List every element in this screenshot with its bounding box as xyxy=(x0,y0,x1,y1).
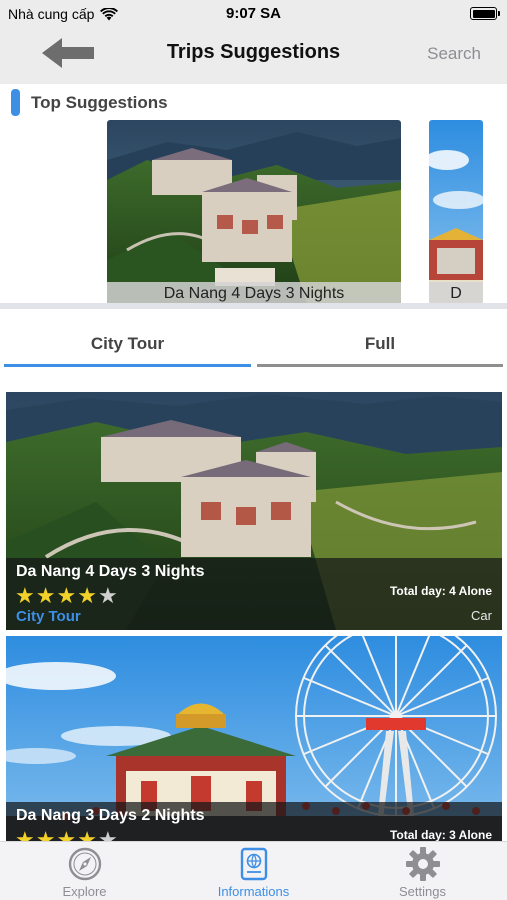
tabbar-label: Explore xyxy=(62,884,107,899)
battery-level xyxy=(472,9,495,18)
suggestion-card[interactable]: Da Nang 4 Days 3 Nights xyxy=(107,120,401,304)
tabbar-label: Settings xyxy=(399,884,446,899)
tab-label: Full xyxy=(364,334,396,353)
tab-label: City Tour xyxy=(90,334,165,353)
star-icon: ★ xyxy=(35,583,57,608)
suggestion-caption: D xyxy=(429,282,483,304)
bottom-tab-bar: Explore Informations Settings xyxy=(0,841,507,900)
trip-vehicle: Car xyxy=(471,608,492,623)
suggestions-carousel[interactable]: Da Nang 4 Days 3 Nights D xyxy=(0,120,507,304)
status-bar: Nhà cung cấp 9:07 SA xyxy=(0,0,507,28)
tabbar-item-explore[interactable]: Explore xyxy=(0,842,169,900)
trip-info-overlay: Da Nang 4 Days 3 Nights ★★★★★ City Tour … xyxy=(6,558,502,630)
star-icon: ★ xyxy=(56,583,78,608)
back-arrow-icon xyxy=(42,38,94,68)
rating-stars: ★★★★★ xyxy=(15,583,119,609)
tab-indicator xyxy=(257,364,503,367)
section-accent-bar xyxy=(11,89,20,116)
section-title: Top Suggestions xyxy=(31,93,168,112)
battery-icon xyxy=(470,7,500,20)
tabbar-item-informations[interactable]: Informations xyxy=(169,842,338,900)
trip-category: City Tour xyxy=(16,608,81,625)
star-empty-icon: ★ xyxy=(97,583,119,608)
trip-total-days: Total day: 4 Alone xyxy=(389,584,492,598)
trip-card[interactable]: Da Nang 3 Days 2 Nights ★★★★★ Total day:… xyxy=(6,636,502,874)
gear-icon xyxy=(406,847,440,881)
suggestion-card[interactable]: D xyxy=(429,120,483,304)
back-button[interactable] xyxy=(40,36,98,70)
trip-card[interactable]: Da Nang 4 Days 3 Nights ★★★★★ City Tour … xyxy=(6,392,502,630)
suggestion-image xyxy=(107,120,401,304)
passport-icon xyxy=(240,847,268,881)
trip-total-days: Total day: 3 Alone xyxy=(389,828,492,842)
tabbar-label: Informations xyxy=(217,884,290,899)
tab-city-tour[interactable]: City Tour xyxy=(4,309,251,369)
star-icon: ★ xyxy=(15,583,36,608)
compass-icon xyxy=(68,847,102,881)
tab-full[interactable]: Full xyxy=(257,309,503,369)
suggestion-caption: Da Nang 4 Days 3 Nights xyxy=(107,282,401,304)
tabbar-item-settings[interactable]: Settings xyxy=(338,842,507,900)
suggestion-image xyxy=(429,120,483,304)
status-time: 9:07 SA xyxy=(225,5,282,22)
top-suggestions-header: Top Suggestions xyxy=(0,84,507,120)
category-tabs: City Tour Full xyxy=(0,309,507,369)
navigation-bar: Trips Suggestions Search xyxy=(0,28,507,84)
search-button[interactable]: Search xyxy=(427,44,481,64)
trip-title: Da Nang 3 Days 2 Nights xyxy=(16,807,205,824)
star-icon: ★ xyxy=(77,583,98,608)
tab-indicator xyxy=(4,364,251,367)
trip-title: Da Nang 4 Days 3 Nights xyxy=(16,563,205,580)
